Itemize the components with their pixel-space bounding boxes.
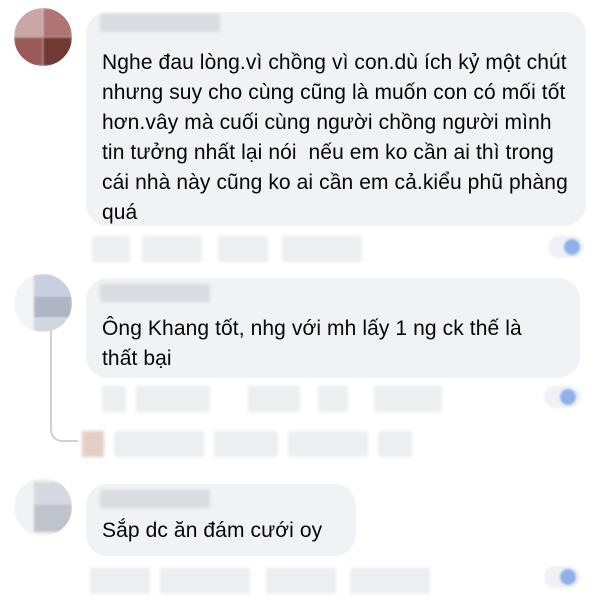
comment-2-text: Ông Khang tốt, nhg với mh lấy 1 ng ck th… [102, 317, 528, 370]
comment-3-bubble: Sắp dc ăn đám cưới oy [86, 484, 356, 556]
comment-3-text: Sắp dc ăn đám cưới oy [102, 519, 323, 542]
comment-2-bubble: Ông Khang tốt, nhg với mh lấy 1 ng ck th… [86, 278, 580, 378]
commenter-2-avatar[interactable] [14, 274, 72, 332]
comment-1-actions[interactable] [92, 236, 362, 262]
comment-3-actions[interactable] [90, 568, 430, 594]
comment-1-author-name[interactable] [100, 14, 220, 32]
comment-2-author-name[interactable] [100, 284, 210, 302]
like-reaction-icon [564, 239, 580, 255]
comment-1-bubble: Nghe đau lòng.vì chồng vì con.dù ích kỷ … [86, 12, 586, 226]
comment-1-reaction-badge[interactable] [548, 236, 584, 258]
comment-2-reaction-badge[interactable] [544, 386, 580, 408]
like-reaction-icon [560, 569, 576, 585]
comment-3-reaction-badge[interactable] [544, 566, 580, 588]
view-more-replies[interactable] [82, 431, 412, 457]
commenter-1-avatar[interactable] [14, 8, 72, 66]
commenter-3-avatar[interactable] [14, 478, 72, 536]
comment-1-text: Nghe đau lòng.vì chồng vì con.dù ích kỷ … [102, 51, 574, 224]
like-reaction-icon [560, 389, 576, 405]
comment-3-author-name[interactable] [100, 490, 210, 508]
comment-2-actions[interactable] [102, 386, 442, 412]
